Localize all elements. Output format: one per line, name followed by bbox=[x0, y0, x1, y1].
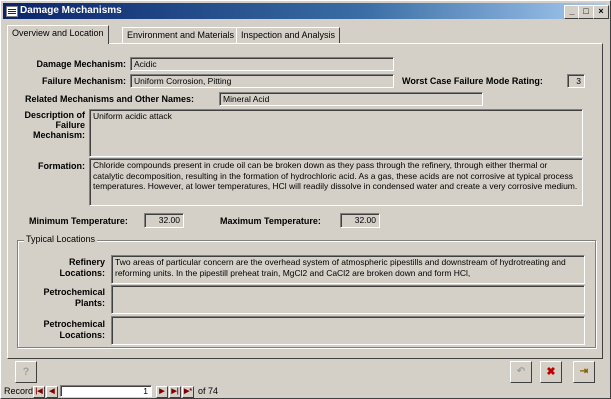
min-temp-label: Minimum Temperature: bbox=[29, 216, 128, 226]
failure-mechanism-field[interactable]: Uniform Corrosion, Pitting bbox=[130, 74, 394, 88]
record-number-input[interactable]: 1 bbox=[60, 385, 152, 397]
maximize-icon[interactable]: □ bbox=[578, 5, 594, 19]
tab-environment-and-materials[interactable]: Environment and Materials bbox=[122, 27, 240, 43]
formation-field[interactable]: Chloride compounds present in crude oil … bbox=[89, 158, 583, 206]
close-icon[interactable]: × bbox=[593, 5, 609, 19]
window: Damage Mechanisms _ □ × Overview and Loc… bbox=[0, 0, 611, 399]
record-total: of 74 bbox=[198, 386, 219, 396]
exit-icon[interactable]: ⇥ bbox=[573, 361, 595, 383]
table-icon bbox=[6, 6, 18, 17]
worst-case-label: Worst Case Failure Mode Rating: bbox=[402, 76, 543, 86]
related-mechanisms-field[interactable]: Mineral Acid bbox=[219, 92, 483, 106]
refinery-locations-field[interactable]: Two areas of particular concern are the … bbox=[111, 255, 585, 284]
damage-mechanism-label: Damage Mechanism: bbox=[36, 59, 126, 69]
petrochemical-locations-field[interactable] bbox=[111, 316, 585, 345]
record-label: Record: bbox=[4, 386, 36, 396]
first-record-icon[interactable]: |◀ bbox=[33, 386, 45, 398]
tab-overview-and-location[interactable]: Overview and Location bbox=[7, 25, 109, 44]
max-temp-label: Maximum Temperature: bbox=[220, 216, 321, 226]
title-bar: Damage Mechanisms _ □ × bbox=[3, 3, 609, 19]
min-temp-field[interactable]: 32.00 bbox=[144, 213, 184, 228]
tab-inspection-and-analysis[interactable]: Inspection and Analysis bbox=[236, 27, 341, 43]
next-record-icon[interactable]: ▶ bbox=[156, 386, 168, 398]
failure-mechanism-label: Failure Mechanism: bbox=[41, 76, 126, 86]
record-navigation: Record: |◀ ◀ 1 ▶ ▶| ▶* of 74 bbox=[1, 385, 610, 398]
worst-case-field[interactable]: 3 bbox=[567, 74, 585, 88]
typical-locations-label: Typical Locations bbox=[24, 234, 98, 244]
delete-record-icon[interactable]: ✖ bbox=[540, 361, 562, 383]
formation-label: Formation: bbox=[38, 161, 85, 171]
last-record-icon[interactable]: ▶| bbox=[169, 386, 181, 398]
damage-mechanism-field[interactable]: Acidic bbox=[130, 57, 394, 71]
undo-icon[interactable]: ↶ bbox=[510, 361, 532, 383]
max-temp-field[interactable]: 32.00 bbox=[340, 213, 380, 228]
previous-record-icon[interactable]: ◀ bbox=[46, 386, 58, 398]
petrochemical-locations-label: Petrochemical Locations: bbox=[43, 319, 105, 340]
help-icon[interactable]: ? bbox=[15, 361, 37, 383]
window-title: Damage Mechanisms bbox=[20, 5, 122, 16]
petrochemical-plants-field[interactable] bbox=[111, 285, 585, 314]
description-field[interactable]: Uniform acidic attack bbox=[89, 109, 583, 157]
related-mechanisms-label: Related Mechanisms and Other Names: bbox=[25, 94, 195, 104]
description-label: Description of Failure Mechanism: bbox=[24, 110, 85, 140]
petrochemical-plants-label: Petrochemical Plants: bbox=[43, 287, 105, 308]
new-record-icon[interactable]: ▶* bbox=[182, 386, 194, 398]
refinery-locations-label: Refinery Locations: bbox=[59, 257, 105, 278]
